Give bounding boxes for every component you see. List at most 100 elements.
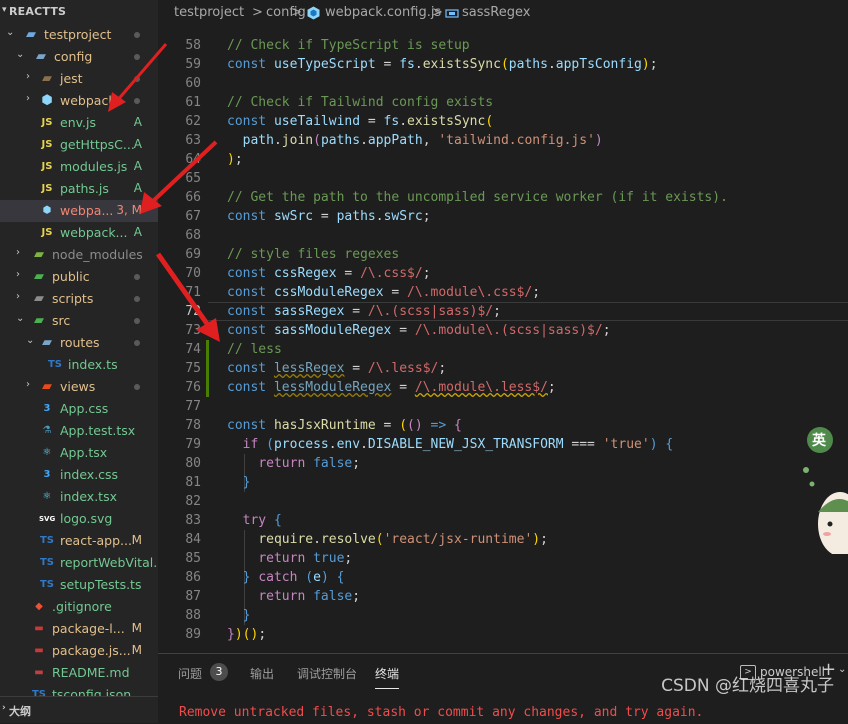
chevron-down-icon[interactable]: ⌄	[16, 49, 26, 60]
folder-routes-icon: ▰	[42, 335, 52, 350]
tree-item[interactable]: › ▰ scripts	[0, 288, 158, 310]
code-line-71: const cssModuleRegex = /\.module\.css$/;	[227, 285, 541, 300]
breadcrumb-separator: >	[432, 5, 443, 20]
tree-item[interactable]: JS webpack... A	[0, 222, 158, 244]
chevron-right-icon[interactable]: ›	[16, 291, 26, 302]
outline-header[interactable]: › 大纲	[0, 696, 158, 723]
tree-item-label: node_modules	[52, 247, 143, 262]
tree-item-label: scripts	[52, 291, 94, 306]
tree-item[interactable]: TS index.ts	[0, 354, 158, 376]
code-line-76: const lessModuleRegex = /\.module\.less$…	[227, 380, 556, 395]
tab-terminal[interactable]: 终端	[375, 665, 400, 689]
tree-item-label: getHttpsC...	[60, 137, 135, 152]
tree-item[interactable]: ⚛ index.tsx	[0, 486, 158, 508]
line-number: 76	[185, 380, 201, 395]
tree-item[interactable]: ⌄ ▰ routes	[0, 332, 158, 354]
js-icon: JS	[41, 117, 53, 128]
explorer-header[interactable]: ▾ REACTTS	[0, 0, 158, 24]
tree-item[interactable]: ▬ package.js... M	[0, 640, 158, 662]
chevron-right-icon[interactable]: ›	[16, 269, 26, 280]
line-number: 79	[185, 437, 201, 452]
tree-item[interactable]: 3 App.css	[0, 398, 158, 420]
folder-icon: ▰	[42, 71, 52, 86]
variable-symbol-icon	[445, 6, 459, 24]
tree-item[interactable]: ▬ README.md	[0, 662, 158, 684]
code-line-84: require.resolve('react/jsx-runtime');	[258, 532, 548, 547]
annotation-arrow	[155, 252, 220, 342]
tree-item-label: .gitignore	[52, 599, 112, 614]
tree-item[interactable]: ⌄ ▰ src	[0, 310, 158, 332]
breadcrumb-separator: >	[252, 5, 263, 20]
css-icon: 3	[43, 403, 51, 414]
modified-dot-icon	[134, 32, 140, 38]
tree-item[interactable]: ⚗ App.test.tsx	[0, 420, 158, 442]
folder-webpack-icon: ⬢	[41, 93, 53, 108]
tree-item-label: setupTests.ts	[60, 577, 142, 592]
tree-item-label: logo.svg	[60, 511, 113, 526]
line-number: 78	[185, 418, 201, 433]
code-editor[interactable]: 58 59 60 61 62 63 64 65 66 67 68 69 70 71 72 73 74 75 76 77…	[158, 26, 848, 653]
code-line-85: return true;	[258, 551, 353, 566]
explorer-root-label: REACTTS	[9, 5, 67, 18]
tree-item[interactable]: ⚛ App.tsx	[0, 442, 158, 464]
chevron-down-icon[interactable]: ⌄	[6, 27, 16, 38]
outline-label: 大纲	[9, 705, 31, 718]
modified-dot-icon	[134, 384, 140, 390]
line-number: 86	[185, 570, 201, 585]
folder-public-icon: ▰	[34, 269, 44, 284]
tree-item[interactable]: TS react-app... M	[0, 530, 158, 552]
code-line-69: // style files regexes	[227, 247, 400, 262]
code-line-70: const cssRegex = /\.css$/;	[227, 266, 431, 281]
tree-item-label: index.tsx	[60, 489, 117, 504]
chevron-right-icon: ›	[2, 703, 6, 713]
folder-gear-icon: ▰	[36, 49, 46, 64]
tree-item[interactable]: › ▰ public	[0, 266, 158, 288]
chevron-right-icon[interactable]: ›	[26, 71, 36, 82]
tab-output[interactable]: 输出	[250, 665, 274, 682]
tree-item[interactable]: › ▰ node_modules	[0, 244, 158, 266]
code-line-66: // Get the path to the uncompiled servic…	[227, 190, 728, 205]
code-line-87: return false;	[258, 589, 361, 604]
code-line-78: const hasJsxRuntime = (() => {	[227, 418, 462, 433]
chevron-right-icon[interactable]: ›	[16, 247, 26, 258]
annotation-arrow	[108, 43, 168, 112]
mascot-badge-text: 英	[812, 433, 826, 449]
tree-item-label: package-l...	[52, 621, 125, 636]
tab-debug-console[interactable]: 调试控制台	[297, 665, 357, 682]
breadcrumb-item-sassregex[interactable]: sassRegex	[462, 5, 530, 20]
breadcrumb-item-webpack-config[interactable]: webpack.config.js	[325, 5, 441, 20]
breadcrumb-item-testproject[interactable]: testproject	[174, 5, 244, 20]
terminal-dropdown-icon[interactable]: ⌄	[838, 664, 846, 675]
line-number: 77	[185, 399, 201, 414]
chevron-down-icon[interactable]: ⌄	[16, 313, 26, 324]
tree-item-label: index.ts	[68, 357, 118, 372]
tree-item[interactable]: TS setupTests.ts	[0, 574, 158, 596]
tree-item-label: README.md	[52, 665, 130, 680]
chevron-right-icon[interactable]: ›	[26, 379, 36, 390]
code-line-86: } catch (e) {	[242, 570, 345, 585]
tree-item-label: env.js	[60, 115, 96, 130]
tab-problems[interactable]: 问题	[178, 665, 202, 682]
chevron-down-icon[interactable]: ⌄	[26, 335, 36, 346]
watermark: CSDN @红烧四喜丸子	[661, 676, 834, 696]
folder-node-icon: ▰	[34, 247, 44, 262]
code-line-73: const sassModuleRegex = /\.module\.(scss…	[227, 323, 611, 338]
chevron-down-icon: ▾	[2, 5, 7, 15]
code-line-62: const useTailwind = fs.existsSync(	[227, 114, 494, 129]
tree-item-label: modules.js	[60, 159, 128, 174]
terminal-output-line: Remove untracked files, stash or commit …	[179, 705, 704, 720]
breadcrumb-separator: >	[291, 5, 302, 20]
tree-item[interactable]: TS reportWebVital...	[0, 552, 158, 574]
test-icon: ⚗	[42, 425, 52, 436]
modified-dot-icon	[134, 274, 140, 280]
tree-item[interactable]: › ▰ views	[0, 376, 158, 398]
tree-item[interactable]: 3 index.css	[0, 464, 158, 486]
tree-item[interactable]: ▬ package-l... M	[0, 618, 158, 640]
tree-item[interactable]: SVG logo.svg	[0, 508, 158, 530]
chevron-right-icon[interactable]: ›	[26, 93, 36, 104]
mascot-sticker: 英	[800, 424, 848, 554]
tree-item[interactable]: JS env.js A	[0, 112, 158, 134]
git-icon: ◆	[35, 601, 43, 612]
tree-item[interactable]: ◆ .gitignore	[0, 596, 158, 618]
modified-dot-icon	[134, 296, 140, 302]
